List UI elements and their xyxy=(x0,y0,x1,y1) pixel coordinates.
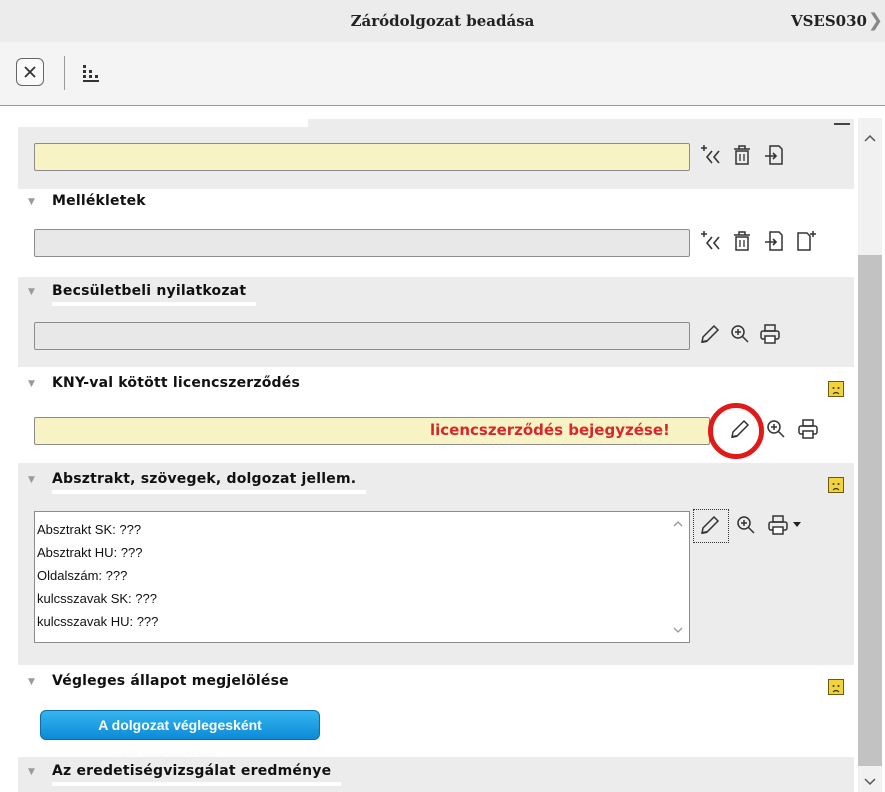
zoom-in-icon[interactable] xyxy=(764,417,788,441)
chevron-down-icon[interactable] xyxy=(864,778,876,786)
abstract-line: kulcsszavak HU: ??? xyxy=(37,614,159,629)
form-panel: ▼ Mellékletek ▼ Becsületbeli nyilatkozat… xyxy=(18,107,854,792)
toolbar-separator xyxy=(64,56,65,90)
abstract-textarea[interactable]: Absztrakt SK: ??? Absztrakt HU: ??? Olda… xyxy=(34,511,690,643)
import-icon[interactable] xyxy=(762,229,786,253)
chevron-up-icon[interactable] xyxy=(864,134,876,142)
add-back-icon[interactable] xyxy=(698,229,722,253)
chevron-up-icon[interactable] xyxy=(673,520,683,527)
abstract-line: kulcsszavak SK: ??? xyxy=(37,591,157,606)
license-actions xyxy=(726,417,836,447)
section-plagiarism-title: Az eredetiségvizsgálat eredménye xyxy=(52,763,342,786)
toolbar xyxy=(0,42,885,106)
attachments-field[interactable] xyxy=(34,229,690,257)
add-back-icon[interactable] xyxy=(698,143,722,167)
trash-icon[interactable] xyxy=(730,143,754,167)
chevron-down-icon[interactable] xyxy=(673,627,683,634)
section-abstract-title: Absztrakt, szövegek, dolgozat jellem. xyxy=(52,471,367,494)
sad-face-icon xyxy=(828,477,844,493)
window-titlebar: Záródolgozat beadása VSES030 ❯ xyxy=(0,0,885,42)
abstract-line: Absztrakt SK: ??? xyxy=(37,522,142,537)
section-abstract: ▼ Absztrakt, szövegek, dolgozat jellem. … xyxy=(18,463,854,665)
abstract-line: Oldalszám: ??? xyxy=(37,568,128,583)
honor-actions xyxy=(698,322,808,352)
section-license-title: KNY-val kötött licencszerződés xyxy=(52,375,310,398)
zoom-in-icon[interactable] xyxy=(734,513,758,537)
chevron-right-icon[interactable]: ❯ xyxy=(868,10,883,31)
pencil-icon[interactable] xyxy=(698,322,722,346)
section-final-title: Végleges állapot megjelölése xyxy=(52,673,299,696)
abstract-actions xyxy=(698,513,828,543)
sad-face-icon xyxy=(828,381,844,397)
import-icon[interactable] xyxy=(762,143,786,167)
mark-final-button[interactable]: A dolgozat véglegesként xyxy=(40,710,320,740)
collapse-triangle-icon[interactable]: ▼ xyxy=(28,475,35,485)
new-document-icon[interactable] xyxy=(794,229,818,253)
pencil-icon[interactable] xyxy=(728,417,752,441)
section-attachments-title: Mellékletek xyxy=(52,193,156,216)
vertical-scrollbar[interactable] xyxy=(858,118,882,792)
thesis-file-actions xyxy=(698,143,808,173)
section-attachments: ▼ Mellékletek xyxy=(18,189,854,277)
collapse-triangle-icon[interactable]: ▼ xyxy=(28,767,35,777)
print-icon[interactable] xyxy=(766,513,790,537)
attachments-actions xyxy=(698,229,838,259)
section-license: ▼ KNY-val kötött licencszerződés licencs… xyxy=(18,367,854,463)
pencil-icon[interactable] xyxy=(698,513,722,537)
window-title: Záródolgozat beadása xyxy=(350,12,535,30)
tree-view-icon xyxy=(83,65,99,82)
collapse-triangle-icon[interactable]: ▼ xyxy=(28,677,35,687)
abstract-line: Absztrakt HU: ??? xyxy=(37,545,143,560)
collapse-triangle-icon[interactable]: ▼ xyxy=(28,197,35,207)
collapse-triangle-icon[interactable]: ▼ xyxy=(28,287,35,297)
scrollbar-thumb[interactable] xyxy=(858,255,882,766)
sad-face-icon xyxy=(828,679,844,695)
annotation-text: licencszerződés bejegyzése! xyxy=(430,421,670,439)
zoom-in-icon[interactable] xyxy=(728,322,752,346)
honor-field[interactable] xyxy=(34,322,690,350)
print-icon[interactable] xyxy=(796,417,820,441)
section-thesis-file xyxy=(18,119,854,189)
section-plagiarism: ▼ Az eredetiségvizsgálat eredménye xyxy=(18,757,854,792)
dropdown-caret-icon[interactable] xyxy=(792,521,802,529)
section-honor: ▼ Becsületbeli nyilatkozat xyxy=(18,277,854,367)
section-honor-title: Becsületbeli nyilatkozat xyxy=(52,283,257,306)
window-code: VSES030 xyxy=(790,12,867,30)
print-icon[interactable] xyxy=(758,322,782,346)
trash-icon[interactable] xyxy=(730,229,754,253)
close-icon xyxy=(24,66,36,78)
tree-view-button[interactable] xyxy=(80,64,102,88)
collapse-triangle-icon[interactable]: ▼ xyxy=(28,379,35,389)
close-button[interactable] xyxy=(16,58,44,86)
thesis-file-field[interactable] xyxy=(34,143,690,171)
